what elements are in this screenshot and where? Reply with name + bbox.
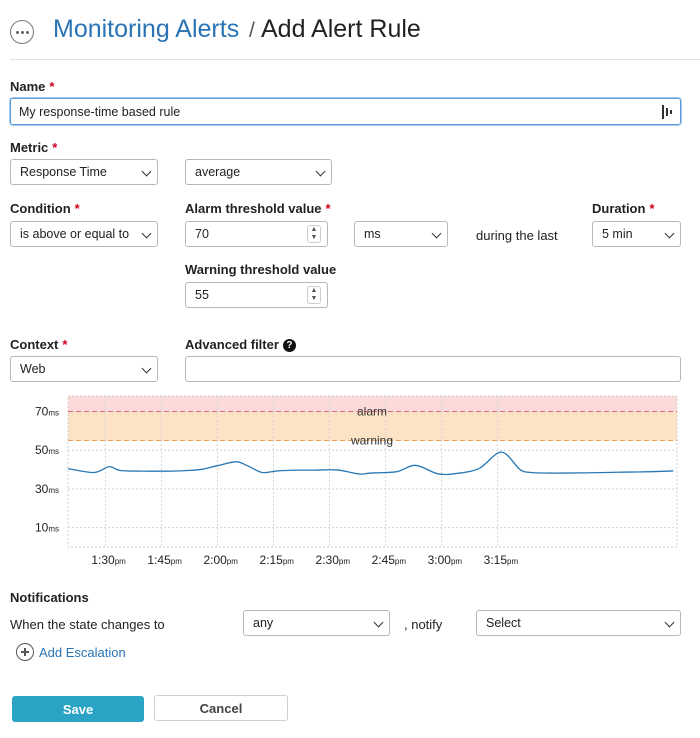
- x-tick-label: 1:45pm: [147, 553, 182, 567]
- save-button[interactable]: Save: [12, 696, 144, 722]
- cancel-button[interactable]: Cancel: [154, 695, 288, 721]
- chevron-down-icon: [141, 166, 152, 177]
- x-tick-label: 2:45pm: [372, 553, 407, 567]
- context-select[interactable]: Web: [10, 356, 158, 382]
- duration-select[interactable]: 5 min: [592, 221, 681, 247]
- during-the-last-text: during the last: [476, 228, 558, 243]
- question-circle-icon[interactable]: ?: [282, 339, 296, 352]
- chevron-down-icon: [141, 228, 152, 239]
- state-change-label: When the state changes to: [10, 617, 165, 632]
- x-tick-label: 1:30pm: [91, 553, 126, 567]
- number-stepper[interactable]: ▲ ▼: [307, 286, 321, 304]
- breadcrumb-separator: /: [249, 19, 255, 42]
- duration-label: Duration *: [592, 201, 655, 216]
- warning-threshold-label: Warning threshold value: [185, 262, 337, 277]
- chevron-down-icon: [664, 617, 675, 628]
- chevron-down-icon: [141, 363, 152, 374]
- unit-select[interactable]: ms: [354, 221, 448, 247]
- response-time-chart: 70ms 50ms 30ms 10ms 1:30pm 1:45pm 2:00pm 2:15pm…: [35, 395, 678, 567]
- page-title: Add Alert Rule: [261, 15, 421, 43]
- x-tick-label: 2:15pm: [259, 553, 294, 567]
- context-label: Context *: [10, 337, 68, 352]
- number-stepper[interactable]: ▲ ▼: [307, 225, 321, 243]
- notify-label: , notify: [404, 617, 443, 632]
- y-tick-label: 10ms: [35, 521, 59, 535]
- warning-threshold-input[interactable]: 55 ▲ ▼: [185, 282, 328, 308]
- plus-circle-icon: [16, 643, 34, 661]
- x-tick-label: 3:00pm: [428, 553, 463, 567]
- notifications-heading: Notifications: [10, 590, 89, 605]
- chevron-down-icon: [664, 228, 675, 239]
- y-tick-label: 70ms: [35, 404, 59, 418]
- ellipsis-circle-icon[interactable]: [10, 20, 34, 44]
- y-tick-label: 50ms: [35, 443, 59, 457]
- condition-select[interactable]: is above or equal to: [10, 221, 158, 247]
- state-select[interactable]: any: [243, 610, 390, 636]
- response-time-series-line: [67, 451, 674, 476]
- add-escalation-link[interactable]: Add Escalation: [16, 643, 126, 661]
- x-tick-label: 2:30pm: [316, 553, 351, 567]
- password-manager-icon[interactable]: [662, 105, 674, 119]
- breadcrumb-monitoring-alerts[interactable]: Monitoring Alerts: [53, 15, 239, 44]
- y-tick-label: 30ms: [35, 482, 59, 496]
- alarm-label: alarm: [357, 404, 387, 418]
- add-escalation-label: Add Escalation: [39, 644, 126, 660]
- warning-label: warning: [350, 434, 393, 448]
- chevron-down-icon: [431, 228, 442, 239]
- x-tick-label: 3:15pm: [484, 553, 519, 567]
- header-divider: [10, 59, 700, 60]
- notify-select[interactable]: Select: [476, 610, 681, 636]
- chevron-down-icon: [315, 166, 326, 177]
- name-input[interactable]: My response-time based rule: [10, 98, 681, 125]
- metric-label: Metric *: [10, 140, 58, 155]
- aggregation-select[interactable]: average: [185, 159, 332, 185]
- alarm-threshold-label: Alarm threshold value *: [185, 201, 331, 216]
- advanced-filter-label: Advanced filter?: [185, 337, 296, 352]
- condition-label: Condition *: [10, 201, 80, 216]
- advanced-filter-input[interactable]: [185, 356, 681, 382]
- alarm-threshold-input[interactable]: 70 ▲ ▼: [185, 221, 328, 247]
- chevron-down-icon: [373, 617, 384, 628]
- name-label: Name *: [10, 79, 55, 94]
- metric-select[interactable]: Response Time: [10, 159, 158, 185]
- x-tick-label: 2:00pm: [203, 553, 238, 567]
